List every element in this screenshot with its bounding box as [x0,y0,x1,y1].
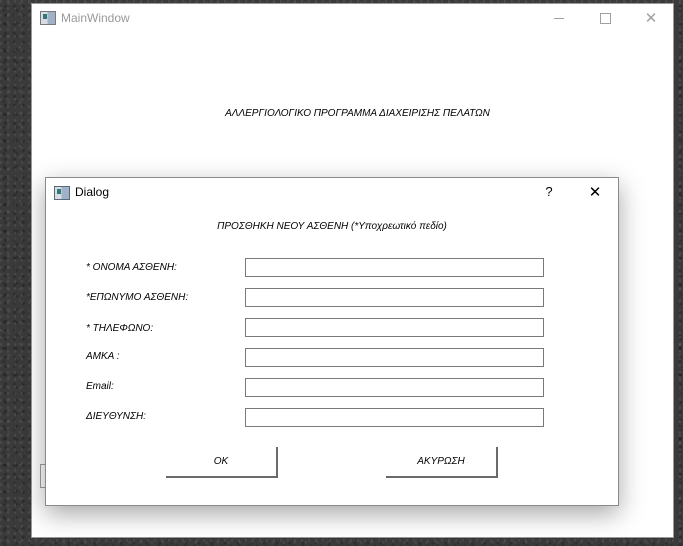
dialog-window-icon [54,186,70,200]
first-name-label: * ΟΝΟΜΑ ΑΣΘΕΝΗ: [86,262,177,273]
minimize-button[interactable] [536,4,582,32]
main-window-titlebar[interactable]: MainWindow ✕ [32,4,673,32]
maximize-button[interactable] [582,4,628,32]
add-patient-dialog: Dialog ? ✕ ΠΡΟΣΘΗΚΗ ΝΕΟΥ ΑΣΘΕΝΗ (*Υποχρε… [45,177,619,506]
first-name-input[interactable] [245,258,544,277]
app-window-icon [40,11,56,25]
maximize-icon [599,13,611,24]
phone-input[interactable] [245,318,544,337]
close-icon: ✕ [644,9,658,27]
help-icon: ? [545,184,553,199]
dialog-heading: ΠΡΟΣΘΗΚΗ ΝΕΟΥ ΑΣΘΕΝΗ (*Υποχρεωτικό πεδίο… [217,221,447,232]
address-input[interactable] [245,408,544,427]
dialog-close-button[interactable]: ✕ [578,178,612,206]
dialog-titlebar[interactable]: Dialog ? ✕ [46,178,618,206]
main-window-title: MainWindow [61,11,130,25]
ok-button[interactable]: OK [166,447,278,478]
close-icon: ✕ [588,183,602,201]
address-label: ΔΙΕΥΘΥΝΣΗ: [86,411,146,422]
main-heading: ΑΛΛΕΡΓΙΟΛΟΓΙΚΟ ΠΡΟΓΡΑΜΜΑ ΔΙΑΧΕΙΡΙΣΗΣ ΠΕΛ… [225,108,490,119]
email-input[interactable] [245,378,544,397]
cancel-button[interactable]: ΑΚΥΡΩΣΗ [386,447,498,478]
amka-label: ΑΜΚΑ : [86,351,120,362]
dialog-title: Dialog [75,185,110,199]
amka-input[interactable] [245,348,544,367]
last-name-label: *ΕΠΩΝΥΜΟ ΑΣΘΕΝΗ: [86,292,189,303]
last-name-input[interactable] [245,288,544,307]
phone-label: * ΤΗΛΕΦΩΝΟ: [86,323,154,334]
minimize-icon [554,18,564,19]
email-label: Email: [86,381,114,392]
close-button[interactable]: ✕ [628,4,674,32]
help-button[interactable]: ? [534,178,564,206]
